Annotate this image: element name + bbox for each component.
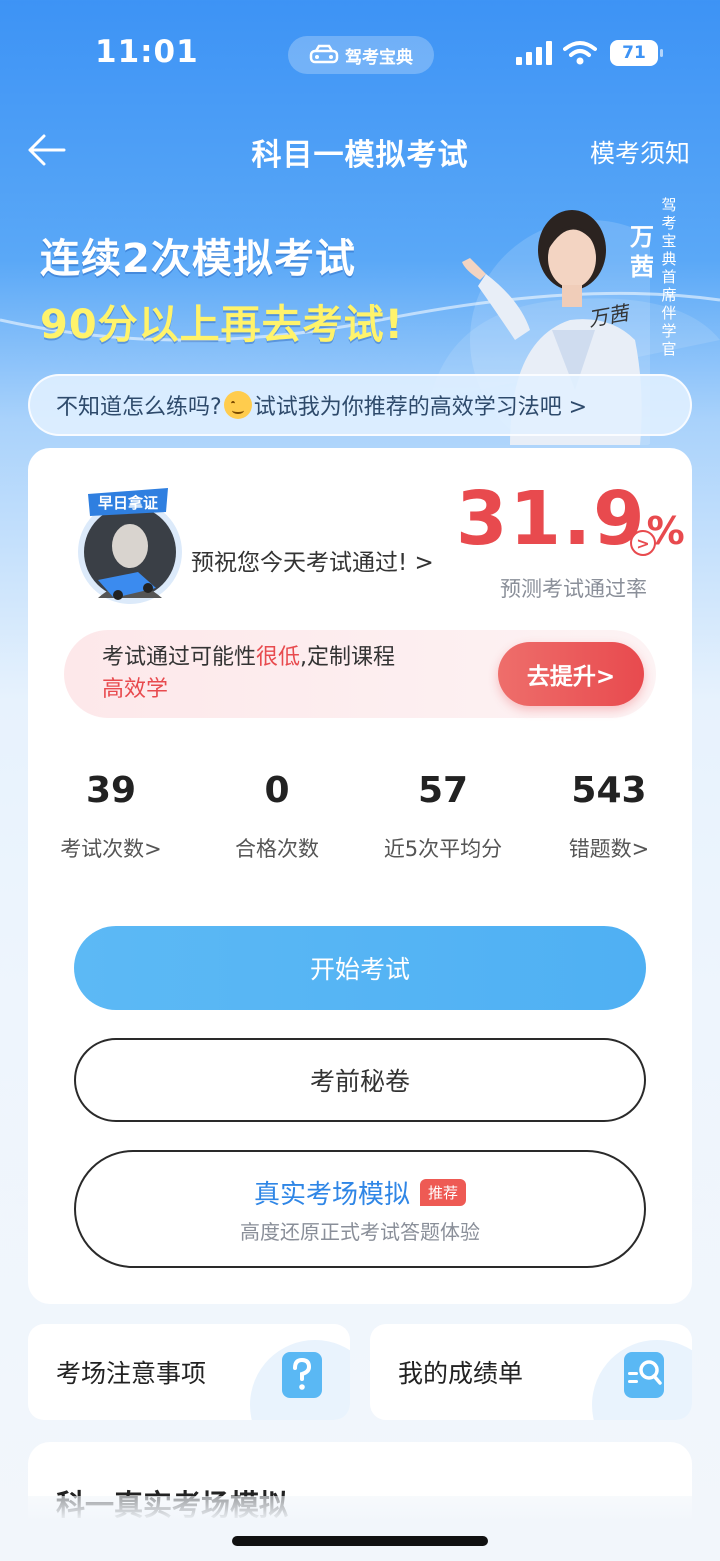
exam-notice-tile[interactable]: 考场注意事项 <box>28 1324 350 1420</box>
stat-pass-count: 0 合格次数 <box>194 770 360 863</box>
report-search-icon <box>624 1352 664 1398</box>
stat-exam-count[interactable]: 39 考试次数> <box>28 770 194 863</box>
improve-text-highlight: 很低 <box>256 645 301 670</box>
recommend-tag: 推荐 <box>420 1179 467 1206</box>
stat-value: 57 <box>417 770 469 811</box>
app-pill-label: 驾考宝典 <box>345 47 413 68</box>
avatar-badge-text: 早日拿证 <box>98 494 158 512</box>
stat-label: 考试次数> <box>60 837 162 861</box>
exam-notice-link[interactable]: 模考须知 <box>590 134 690 170</box>
stat-value: 543 <box>571 770 647 811</box>
spokesperson-title: 驾考宝典首席伴学官 <box>661 196 677 358</box>
avatar-badge[interactable]: 早日拿证 <box>68 480 198 610</box>
status-time: 11:01 <box>95 34 199 70</box>
pass-rate-label: 预测考试通过率 <box>500 577 647 601</box>
banner-subheadline: 90分以上再去考试! <box>40 302 404 348</box>
real-exam-title: 真实考场模拟 <box>253 1180 410 1210</box>
my-report-label: 我的成绩单 <box>398 1359 524 1388</box>
my-report-tile[interactable]: 我的成绩单 <box>370 1324 692 1420</box>
improve-banner: 考试通过可能性很低,定制课程高效学 去提升> <box>64 630 656 718</box>
app-pill[interactable]: 驾考宝典 <box>288 36 434 74</box>
question-icon <box>282 1352 322 1398</box>
pass-rate-number: 31.9 <box>456 476 647 562</box>
real-exam-title-row: 真实考场模拟 推荐 <box>76 1174 644 1211</box>
improve-text-prefix: 考试通过可能性 <box>102 645 257 670</box>
exam-main-card: 早日拿证 预祝您今天考试通过! > 31.9% > 预测考试通过率 考试通过可能… <box>28 448 692 1304</box>
stat-label: 近5次平均分 <box>383 837 503 861</box>
wifi-icon <box>563 41 597 65</box>
pass-wish-link[interactable]: 预祝您今天考试通过! > <box>191 543 434 577</box>
secret-paper-button[interactable]: 考前秘卷 <box>74 1038 646 1122</box>
smile-emoji-icon <box>223 391 252 419</box>
spokesperson-name: 万茜 <box>630 223 654 281</box>
stat-label: 错题数> <box>568 837 650 861</box>
improve-text-highlight2: 高效学 <box>102 677 169 702</box>
real-exam-subtitle: 高度还原正式考试答题体验 <box>240 1220 480 1244</box>
home-indicator[interactable] <box>232 1536 488 1546</box>
stat-average-score: 57 近5次平均分 <box>360 770 526 863</box>
stat-label: 合格次数 <box>235 837 319 861</box>
improve-text-mid: ,定制课程 <box>300 645 396 670</box>
battery-icon: 71 <box>610 40 663 66</box>
stats-row: 39 考试次数> 0 合格次数 57 近5次平均分 543 错题数> <box>28 770 692 863</box>
exam-notice-label: 考场注意事项 <box>56 1359 207 1388</box>
signal-icon <box>516 41 552 65</box>
car-icon <box>309 44 339 64</box>
tip-text-before: 不知道怎么练吗? <box>56 395 222 420</box>
study-tip-bar[interactable]: 不知道怎么练吗? 试试我为你推荐的高效学习法吧 > <box>28 374 692 436</box>
banner-headline: 连续2次模拟考试 <box>40 236 356 282</box>
stat-wrong-count[interactable]: 543 错题数> <box>526 770 692 863</box>
bottom-fade <box>0 1496 720 1561</box>
battery-level: 71 <box>622 43 646 63</box>
start-exam-button[interactable]: 开始考试 <box>74 926 646 1010</box>
improve-button[interactable]: 去提升> <box>498 642 644 706</box>
stat-value: 0 <box>264 770 290 811</box>
stat-value: 39 <box>85 770 137 811</box>
chevron-right-circle-icon[interactable]: > <box>630 530 656 556</box>
real-exam-simulation-button[interactable]: 真实考场模拟 推荐 高度还原正式考试答题体验 <box>74 1150 646 1268</box>
status-bar: 11:01 驾考宝典 71 <box>0 0 720 100</box>
tip-text-after: 试试我为你推荐的高效学习法吧 > <box>253 395 588 420</box>
improve-text: 考试通过可能性很低,定制课程高效学 <box>102 642 462 706</box>
